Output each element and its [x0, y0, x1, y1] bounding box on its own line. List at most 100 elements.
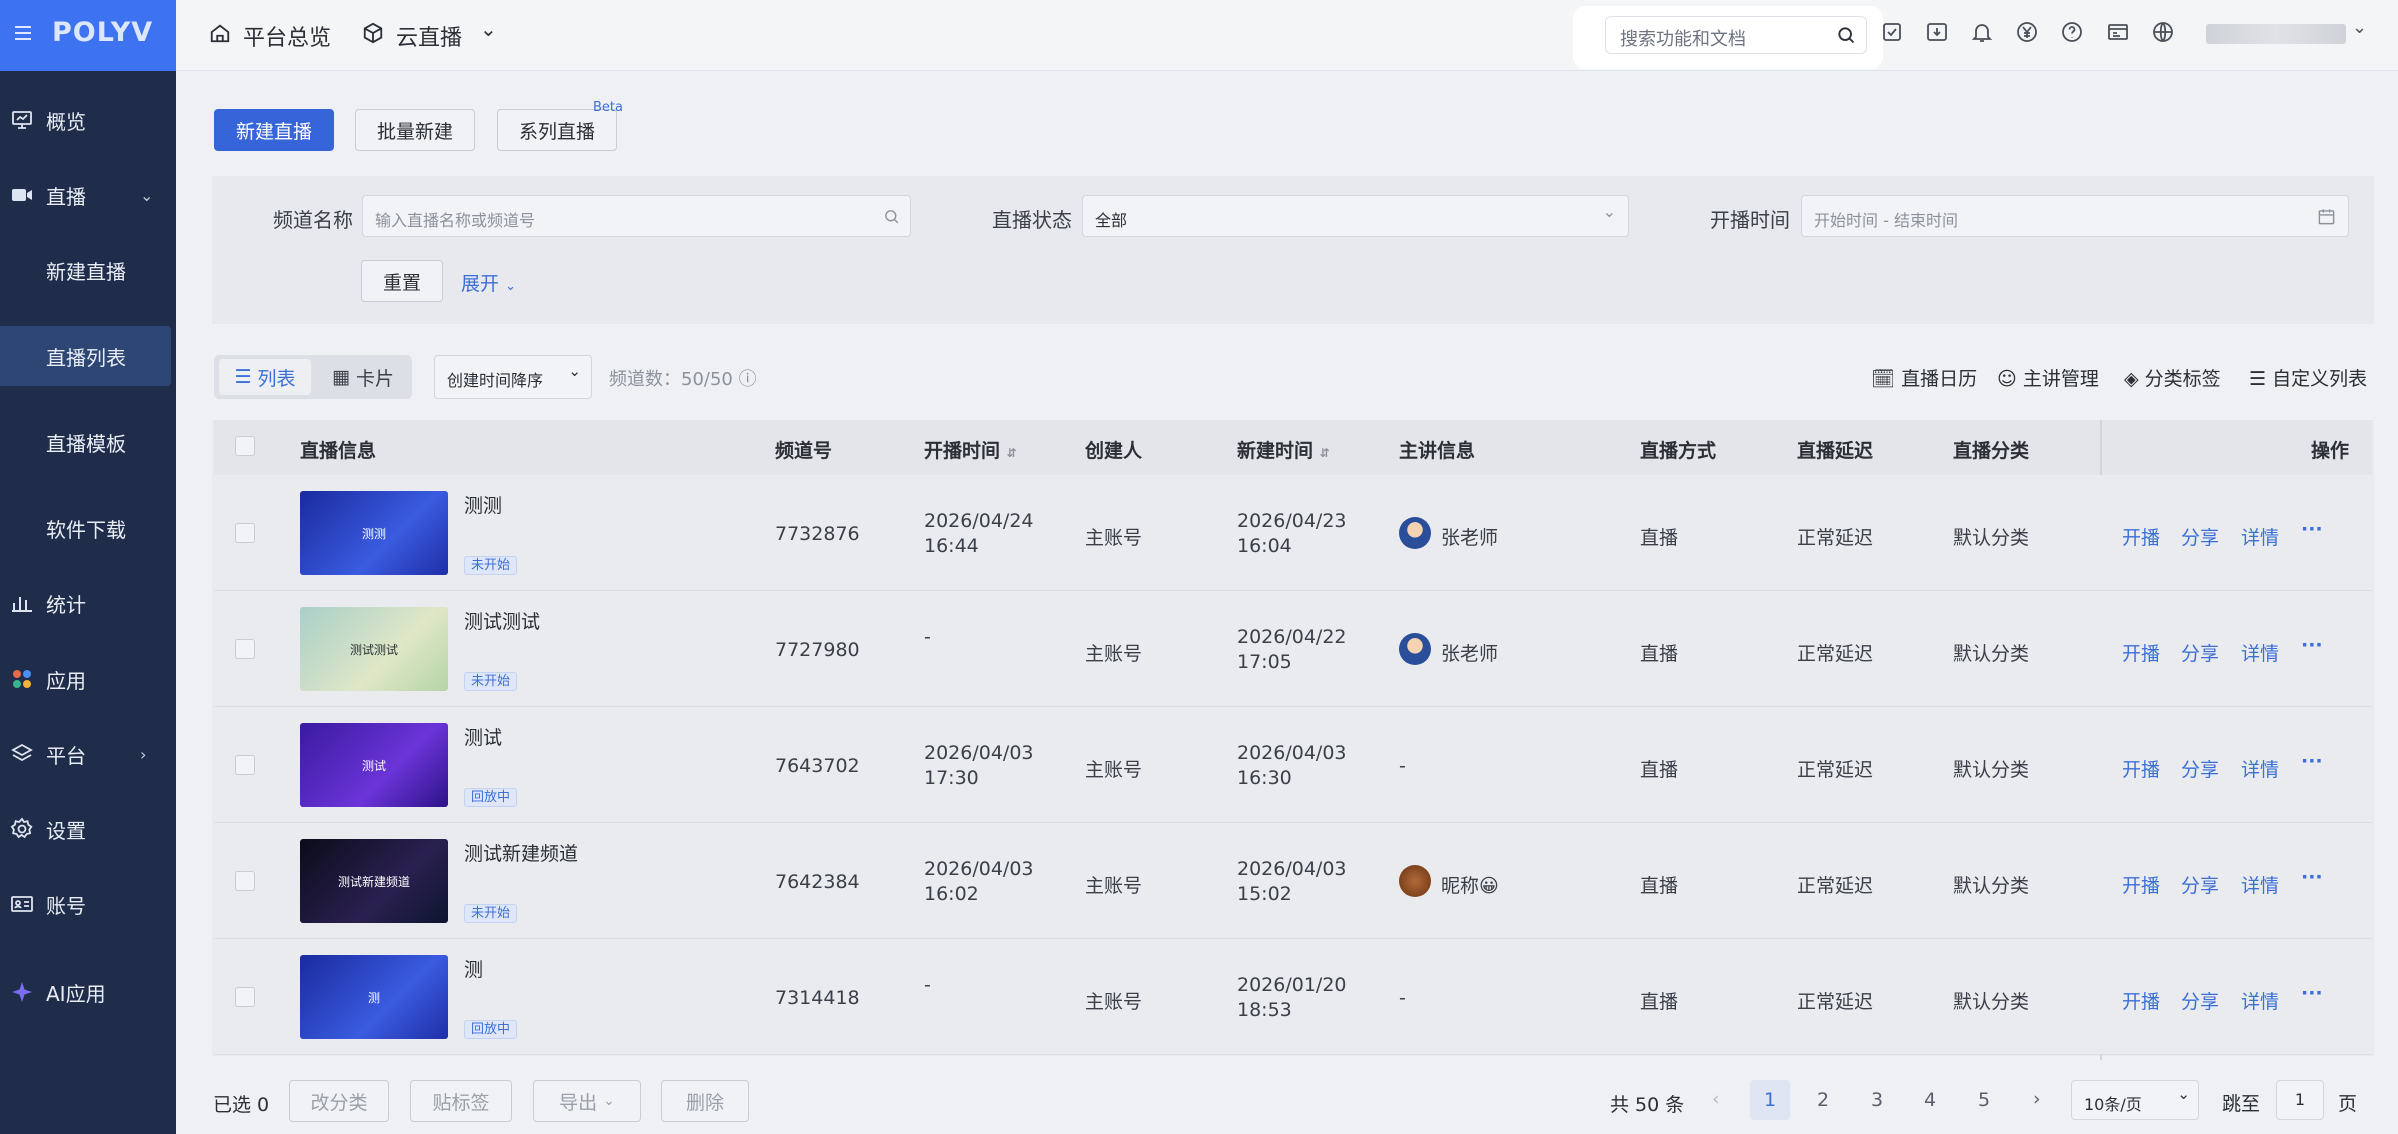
expand-filters-link[interactable]: 展开 ⌄: [461, 269, 516, 296]
detail-button[interactable]: 详情: [2241, 987, 2279, 1014]
custom-list-button[interactable]: ☰ 自定义列表: [2249, 364, 2367, 391]
batch-new-button[interactable]: 批量新建: [355, 109, 475, 151]
page-3[interactable]: 3: [1871, 1089, 1883, 1111]
live-thumbnail[interactable]: 测测: [300, 491, 448, 575]
start-live-button[interactable]: 开播: [2122, 987, 2160, 1014]
more-actions-icon[interactable]: ···: [2301, 634, 2323, 656]
live-thumbnail[interactable]: 测: [300, 955, 448, 1039]
start-time: 16:44: [924, 535, 979, 557]
new-live-button[interactable]: 新建直播: [214, 109, 334, 151]
row-checkbox[interactable]: [235, 755, 255, 775]
live-title[interactable]: 测试测试: [464, 607, 540, 634]
live-thumbnail[interactable]: 测试测试: [300, 607, 448, 691]
status-select[interactable]: 全部 ⌄: [1082, 195, 1629, 237]
live-thumbnail[interactable]: 测试新建频道: [300, 839, 448, 923]
row-checkbox[interactable]: [235, 987, 255, 1007]
page-1[interactable]: 1: [1750, 1080, 1790, 1120]
chevron-down-icon: ⌄: [603, 1093, 615, 1109]
download-icon[interactable]: [1925, 20, 1949, 44]
start-time-range[interactable]: 开始时间 - 结束时间: [1801, 195, 2349, 237]
channel-name-label: 频道名称: [273, 208, 353, 232]
page-5[interactable]: 5: [1978, 1089, 1990, 1111]
share-button[interactable]: 分享: [2181, 871, 2219, 898]
task-icon[interactable]: [1880, 20, 1904, 44]
channel-name-input[interactable]: 输入直播名称或频道号: [362, 195, 911, 237]
window-icon[interactable]: [2106, 20, 2130, 44]
sidebar-item-settings[interactable]: 设置: [0, 799, 176, 859]
more-actions-icon[interactable]: ···: [2301, 750, 2323, 772]
live-thumbnail[interactable]: 测试: [300, 723, 448, 807]
sidebar-item-apps[interactable]: 应用: [0, 649, 176, 709]
start-live-button[interactable]: 开播: [2122, 523, 2160, 550]
live-calendar-button[interactable]: 🗓 直播日历: [1871, 364, 1977, 391]
more-actions-icon[interactable]: ···: [2301, 866, 2323, 888]
col-created-time[interactable]: 新建时间 ⇵: [1237, 436, 1330, 463]
reset-button[interactable]: 重置: [361, 260, 443, 302]
col-start-time[interactable]: 开播时间 ⇵: [924, 436, 1017, 463]
chevron-down-icon[interactable]: ⌄: [2352, 17, 2367, 38]
menu-icon[interactable]: [15, 26, 31, 42]
search-input[interactable]: 搜索功能和文档: [1605, 16, 1867, 54]
help-icon[interactable]: [2060, 20, 2084, 44]
start-live-button[interactable]: 开播: [2122, 871, 2160, 898]
row-checkbox[interactable]: [235, 639, 255, 659]
jump-page-input[interactable]: 1: [2276, 1080, 2324, 1120]
globe-icon[interactable]: [2151, 20, 2175, 44]
user-account-menu[interactable]: [2206, 24, 2346, 44]
tag-button[interactable]: 贴标签: [410, 1080, 512, 1122]
currency-icon[interactable]: [2015, 20, 2039, 44]
sidebar-item-live-template[interactable]: 直播模板: [0, 412, 176, 472]
sidebar-item-platform[interactable]: 平台 ›: [0, 724, 176, 784]
page-4[interactable]: 4: [1924, 1089, 1936, 1111]
chevron-down-icon[interactable]: ⌄: [480, 17, 497, 41]
live-title[interactable]: 测: [464, 955, 483, 982]
more-actions-icon[interactable]: ···: [2301, 982, 2323, 1004]
platform-overview-link[interactable]: 平台总览: [243, 20, 331, 52]
lecturer-manage-button[interactable]: ☺ 主讲管理: [1997, 364, 2099, 391]
live-title[interactable]: 测试新建频道: [464, 839, 578, 866]
share-button[interactable]: 分享: [2181, 523, 2219, 550]
sidebar-item-overview[interactable]: 概览: [0, 90, 176, 150]
prev-page-icon[interactable]: ‹: [1712, 1088, 1720, 1110]
detail-button[interactable]: 详情: [2241, 639, 2279, 666]
share-button[interactable]: 分享: [2181, 987, 2219, 1014]
sidebar-item-new-live[interactable]: 新建直播: [0, 240, 176, 300]
status-text: 回放中: [464, 788, 518, 807]
row-checkbox[interactable]: [235, 523, 255, 543]
detail-button[interactable]: 详情: [2241, 523, 2279, 550]
sidebar-item-live-list[interactable]: 直播列表: [0, 326, 171, 386]
layers-icon: [11, 743, 33, 762]
tab-list-view[interactable]: ☰ 列表: [219, 359, 311, 395]
page-size-select[interactable]: 10条/页 ⌄: [2071, 1080, 2199, 1120]
select-all-checkbox[interactable]: [235, 436, 255, 456]
sidebar-item-ai-apps[interactable]: AI应用: [0, 962, 176, 1022]
detail-button[interactable]: 详情: [2241, 871, 2279, 898]
created-time: 17:05: [1237, 651, 1292, 673]
page-2[interactable]: 2: [1817, 1089, 1829, 1111]
bell-icon[interactable]: [1970, 20, 1994, 44]
start-live-button[interactable]: 开播: [2122, 755, 2160, 782]
delete-button[interactable]: 删除: [661, 1080, 749, 1122]
sort-select[interactable]: 创建时间降序 ⌄: [434, 355, 592, 399]
category-tags-button[interactable]: ◈ 分类标签: [2124, 364, 2221, 391]
sidebar-item-software-download[interactable]: 软件下载: [0, 498, 176, 558]
live-title[interactable]: 测试: [464, 723, 502, 750]
sidebar-item-account[interactable]: 账号: [0, 874, 176, 934]
search-icon[interactable]: [1836, 25, 1856, 45]
share-button[interactable]: 分享: [2181, 755, 2219, 782]
series-live-button[interactable]: 系列直播: [497, 109, 617, 151]
start-live-button[interactable]: 开播: [2122, 639, 2160, 666]
export-button[interactable]: 导出 ⌄: [533, 1080, 641, 1122]
row-checkbox[interactable]: [235, 871, 255, 891]
change-category-button[interactable]: 改分类: [289, 1080, 389, 1122]
share-button[interactable]: 分享: [2181, 639, 2219, 666]
sidebar-item-live[interactable]: 直播 ⌄: [0, 165, 176, 225]
sidebar-item-stats[interactable]: 统计: [0, 573, 176, 633]
product-switcher[interactable]: 云直播: [396, 20, 462, 52]
live-delay: 正常延迟: [1797, 527, 1874, 549]
more-actions-icon[interactable]: ···: [2301, 518, 2323, 540]
tab-card-view[interactable]: ▦ 卡片: [318, 359, 408, 395]
live-title[interactable]: 测测: [464, 491, 502, 518]
next-page-icon[interactable]: ›: [2033, 1088, 2041, 1110]
detail-button[interactable]: 详情: [2241, 755, 2279, 782]
